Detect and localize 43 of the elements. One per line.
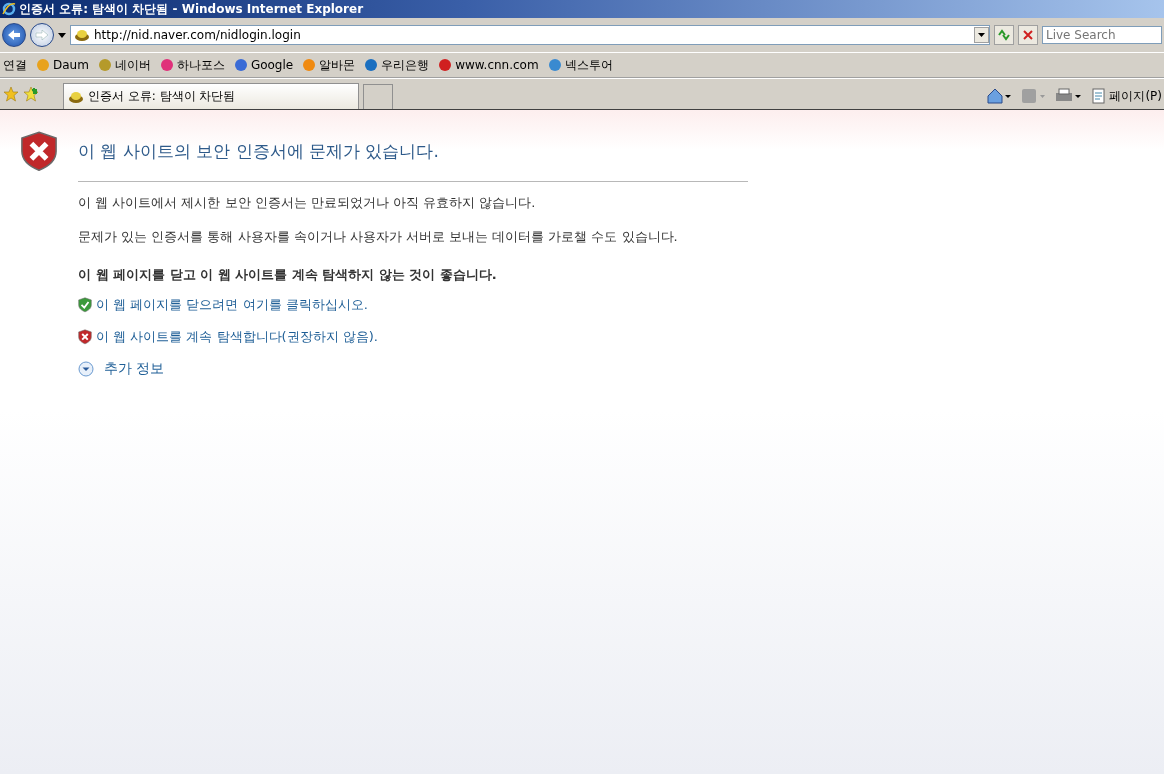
right-arrow-icon [35, 29, 49, 41]
left-arrow-icon [7, 29, 21, 41]
favorite-link[interactable]: 알바몬 [302, 56, 356, 74]
page-icon [1091, 88, 1108, 104]
site-icon [74, 28, 90, 42]
window-title: 인증서 오류: 탐색이 차단됨 - Windows Internet Explorer [19, 0, 364, 18]
favorite-link[interactable]: Daum [36, 58, 89, 72]
address-field[interactable]: http://nid.naver.com/nidlogin.login [70, 25, 990, 45]
dropdown-button[interactable] [974, 27, 989, 43]
site-icon [68, 89, 84, 104]
links-label: 연결 [3, 56, 27, 74]
favorite-link[interactable]: 네이버 [97, 56, 151, 74]
address-text: http://nid.naver.com/nidlogin.login [94, 28, 301, 42]
favorite-link[interactable]: www.cnn.com [438, 58, 539, 72]
favorite-link[interactable]: Google [233, 58, 294, 72]
stop-button[interactable] [1018, 25, 1038, 45]
caret-icon[interactable] [58, 32, 66, 38]
favorite-link[interactable]: 우리은행 [364, 56, 430, 74]
error-paragraph: 이 웹 사이트에서 제시한 보안 인증서는 만료되었거나 아직 유효하지 않습니다. [78, 194, 537, 212]
error-shield-icon [78, 329, 92, 345]
back-button[interactable] [2, 23, 26, 47]
home-button[interactable] [987, 88, 1012, 104]
add-favorite-icon[interactable] [23, 86, 39, 102]
caret-icon [978, 33, 985, 37]
star-icon[interactable] [3, 86, 19, 102]
error-paragraph: 문제가 있는 인증서를 통해 사용자를 속이거나 사용자가 서버로 보내는 데이터를 가로챌 수도 있습니다. [78, 228, 679, 246]
close-icon [1023, 30, 1033, 40]
check-shield-icon [78, 297, 92, 313]
browser-tab[interactable]: 인증서 오류: 탐색이 차단됨 [63, 83, 359, 109]
refresh-button[interactable] [994, 25, 1014, 45]
error-shield-icon [20, 130, 58, 173]
forward-button[interactable] [30, 23, 54, 47]
continue-link[interactable]: 이 웹 사이트를 계속 탐색합니다(권장하지 않음). [78, 328, 748, 346]
close-page-link[interactable]: 이 웹 페이지를 닫으려면 여기를 클릭하십시오. [78, 296, 748, 314]
print-button[interactable] [1055, 88, 1082, 104]
favorite-link[interactable]: 하나포스 [159, 56, 225, 74]
recommendation-text: 이 웹 페이지를 닫고 이 웹 사이트를 계속 탐색하지 않는 것이 좋습니다. [78, 266, 498, 284]
search-field[interactable]: Live Search [1042, 26, 1162, 44]
browser-logo-icon [2, 2, 16, 16]
favorite-link[interactable]: 넥스투어 [547, 56, 613, 74]
more-info-link[interactable]: 추가 정보 [78, 360, 748, 378]
error-heading: 이 웹 사이트의 보안 인증서에 문제가 있습니다. [78, 130, 748, 182]
page-menu-button[interactable]: 페이지(P) [1091, 87, 1162, 105]
